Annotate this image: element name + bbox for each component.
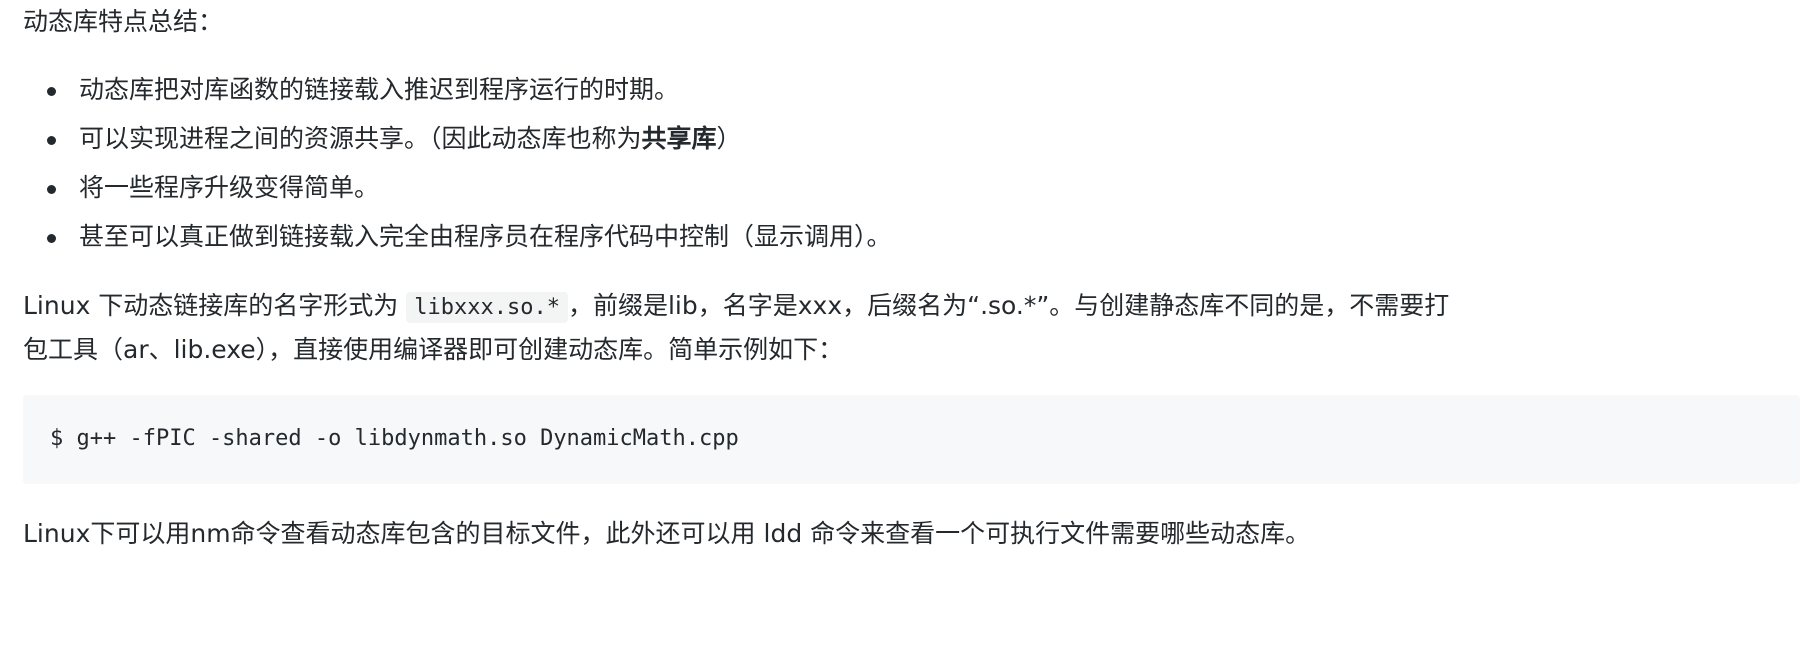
document: 动态库特点总结： 动态库把对库函数的链接载入推迟到程序运行的时期。 可以实现进程…: [0, 0, 1800, 662]
feature-list: 动态库把对库函数的链接载入推迟到程序运行的时期。 可以实现进程之间的资源共享。（…: [0, 68, 892, 264]
section-heading: 动态库特点总结：: [23, 7, 224, 36]
list-item: 动态库把对库函数的链接载入推迟到程序运行的时期。: [0, 68, 892, 117]
bullet-icon: [47, 87, 56, 96]
list-item: 甚至可以真正做到链接载入完全由程序员在程序代码中控制（显示调用）。: [0, 215, 892, 264]
bullet-icon: [47, 185, 56, 194]
bullet-icon: [47, 234, 56, 243]
list-item-suffix: ）: [716, 124, 742, 153]
list-item-text: 可以实现进程之间的资源共享。（因此动态库也称为: [79, 124, 642, 153]
list-item-text: 动态库把对库函数的链接载入推迟到程序运行的时期。: [79, 75, 680, 104]
paragraph-text: ，前缀是lib，名字是xxx，后缀名为“.so.*”。与创建静态库不同的是，不需…: [567, 291, 1450, 320]
bullet-icon: [47, 136, 56, 145]
list-item-text: 甚至可以真正做到链接载入完全由程序员在程序代码中控制（显示调用）。: [79, 222, 892, 251]
list-item: 可以实现进程之间的资源共享。（因此动态库也称为共享库）: [0, 117, 892, 166]
list-item-text: 将一些程序升级变得简单。: [79, 173, 380, 202]
naming-paragraph-line2: 包工具（ar、lib.exe），直接使用编译器即可创建动态库。简单示例如下：: [23, 335, 844, 364]
list-item: 将一些程序升级变得简单。: [0, 166, 892, 215]
naming-paragraph: Linux 下动态链接库的名字形式为 libxxx.so.* ，前缀是lib，名字…: [23, 284, 1449, 330]
nm-paragraph: Linux下可以用nm命令查看动态库包含的目标文件，此外还可以用 ldd 命令来…: [23, 519, 1311, 548]
list-item-strong: 共享库: [641, 124, 717, 153]
code-block: $ g++ -fPIC -shared -o libdynmath.so Dyn…: [23, 395, 1800, 484]
code-line: $ g++ -fPIC -shared -o libdynmath.so Dyn…: [50, 426, 739, 451]
paragraph-text: Linux 下动态链接库的名字形式为: [23, 291, 407, 320]
inline-code: libxxx.so.*: [406, 292, 568, 323]
